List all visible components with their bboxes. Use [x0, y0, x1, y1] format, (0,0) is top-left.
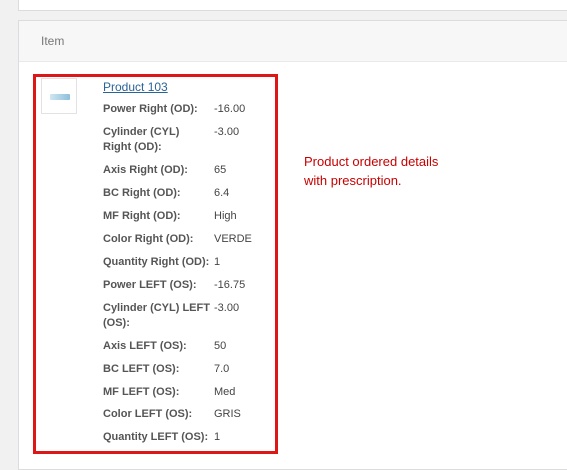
- annotation-text: Product ordered details with prescriptio…: [304, 152, 504, 190]
- highlight-box: [33, 74, 278, 454]
- annotation-line-2: with prescription.: [304, 173, 402, 188]
- top-panel: [18, 0, 567, 11]
- item-column-label: Item: [41, 34, 65, 48]
- items-column-header: Item: [19, 21, 567, 62]
- annotation-line-1: Product ordered details: [304, 154, 439, 169]
